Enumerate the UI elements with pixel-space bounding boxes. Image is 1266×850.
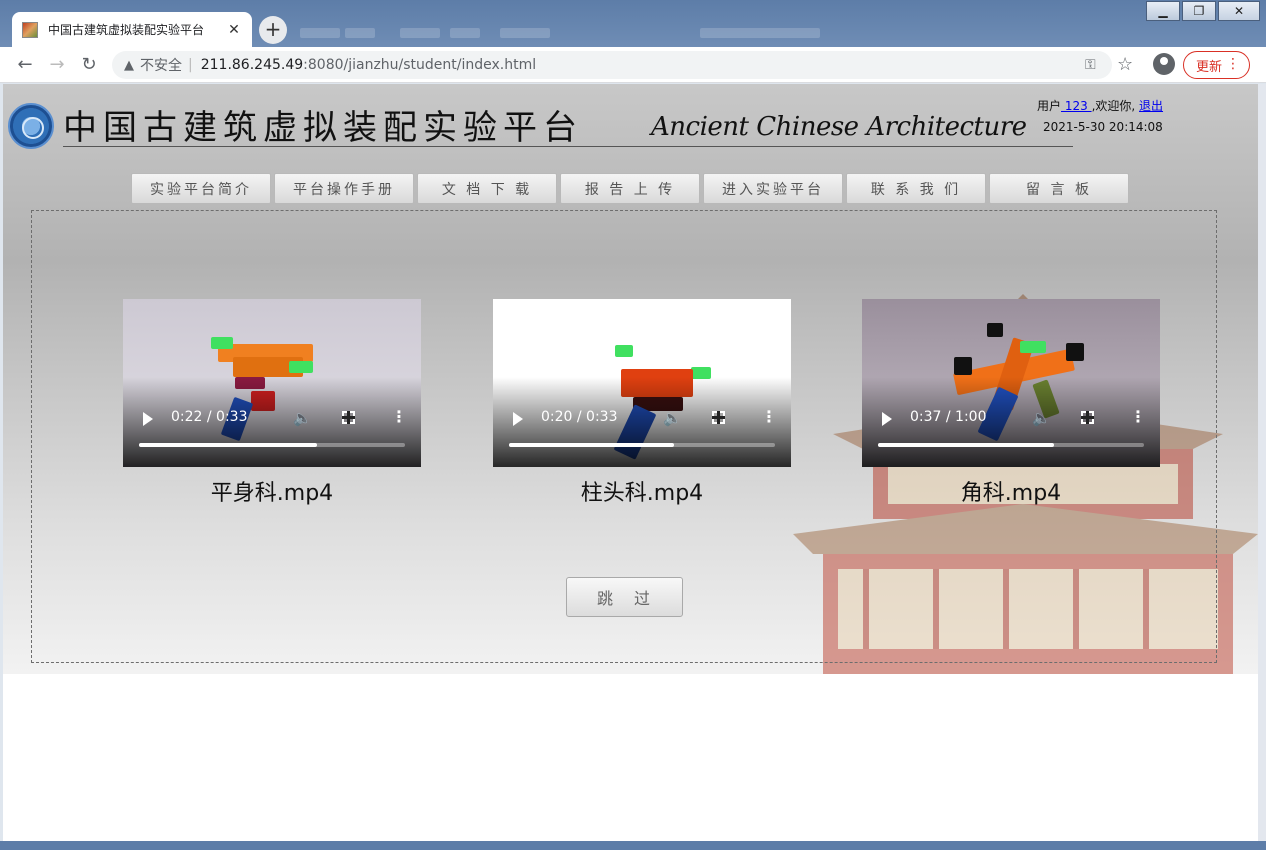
update-button[interactable]: 更新 ⋮ bbox=[1183, 51, 1250, 79]
video-player[interactable]: 0:37 / 1:00 🔈 ⋮ bbox=[862, 299, 1160, 467]
play-icon[interactable] bbox=[882, 412, 892, 426]
video-card: 0:22 / 0:33 🔈 ⋮ 平身科.mp4 bbox=[123, 299, 421, 507]
video-time: 0:22 / 0:33 bbox=[171, 409, 248, 425]
video-progress-fill bbox=[509, 443, 674, 447]
browser-tab[interactable]: 中国古建筑虚拟装配实验平台 ✕ bbox=[12, 12, 252, 47]
warning-triangle-icon[interactable]: ▲ bbox=[124, 58, 134, 73]
video-controls: 0:37 / 1:00 🔈 ⋮ bbox=[862, 407, 1160, 431]
back-arrow-icon[interactable]: ← bbox=[14, 54, 36, 76]
tab-title: 中国古建筑虚拟装配实验平台 bbox=[48, 23, 205, 37]
title-divider bbox=[63, 146, 1073, 147]
page-banner-background: 中国古建筑虚拟装配实验平台 Ancient Chinese Architectu… bbox=[3, 84, 1258, 674]
window-bottom-edge bbox=[0, 841, 1266, 850]
video-time: 0:37 / 1:00 bbox=[910, 409, 987, 425]
nav-enter-lab[interactable]: 进入实验平台 bbox=[703, 173, 843, 204]
window-right-edge bbox=[1258, 84, 1266, 841]
video-frame-part bbox=[211, 337, 233, 349]
skip-button[interactable]: 跳 过 bbox=[566, 577, 683, 617]
video-progress-bar[interactable] bbox=[139, 443, 405, 447]
nav-contact-us[interactable]: 联 系 我 们 bbox=[846, 173, 986, 204]
more-vert-icon[interactable]: ⋮ bbox=[761, 407, 777, 426]
video-controls: 0:22 / 0:33 🔈 ⋮ bbox=[123, 407, 421, 431]
window-titlebar: 中国古建筑虚拟装配实验平台 ✕ + ▁ ❐ ✕ bbox=[0, 0, 1266, 47]
nav-user-manual[interactable]: 平台操作手册 bbox=[274, 173, 414, 204]
video-frame-part bbox=[954, 357, 972, 375]
current-datetime: 2021-5-30 20:14:08 bbox=[1043, 120, 1163, 134]
logout-link[interactable]: 退出 bbox=[1139, 99, 1163, 113]
site-favicon-icon bbox=[22, 21, 38, 38]
video-progress-fill bbox=[139, 443, 318, 447]
video-progress-bar[interactable] bbox=[878, 443, 1144, 447]
background-ghost bbox=[700, 28, 820, 38]
video-frame-part bbox=[289, 361, 313, 373]
tab-close-icon[interactable]: ✕ bbox=[226, 22, 242, 38]
fullscreen-icon[interactable] bbox=[342, 411, 355, 424]
new-tab-button[interactable]: + bbox=[259, 16, 287, 44]
video-frame-part bbox=[1020, 341, 1046, 353]
username-link[interactable]: 123 bbox=[1061, 99, 1092, 113]
nav-message-board[interactable]: 留 言 板 bbox=[989, 173, 1129, 204]
video-filename[interactable]: 柱头科.mp4 bbox=[493, 475, 791, 507]
forward-arrow-icon[interactable]: → bbox=[46, 54, 68, 76]
video-controls: 0:20 / 0:33 🔈 ⋮ bbox=[493, 407, 791, 431]
url-host[interactable]: 211.86.245.49 bbox=[201, 57, 303, 73]
welcome-text: ,欢迎你, bbox=[1091, 99, 1140, 113]
site-title: 中国古建筑虚拟装配实验平台 bbox=[63, 108, 583, 148]
address-bar[interactable]: ▲ 不安全 | 211.86.245.49 :8080/jianzhu/stud… bbox=[112, 51, 1112, 79]
minimize-button[interactable]: ▁ bbox=[1146, 1, 1180, 21]
background-ghost bbox=[450, 28, 480, 38]
volume-icon[interactable]: 🔈 bbox=[1032, 409, 1051, 427]
browser-menu-icon[interactable]: ⋮ bbox=[1226, 56, 1240, 72]
fullscreen-icon[interactable] bbox=[1081, 411, 1094, 424]
video-time: 0:20 / 0:33 bbox=[541, 409, 618, 425]
video-card: 0:20 / 0:33 🔈 ⋮ 柱头科.mp4 bbox=[493, 299, 791, 507]
maximize-button[interactable]: ❐ bbox=[1182, 1, 1216, 21]
reload-icon[interactable]: ↻ bbox=[78, 54, 100, 76]
profile-avatar-icon[interactable] bbox=[1153, 53, 1175, 75]
video-card: 0:37 / 1:00 🔈 ⋮ 角科.mp4 bbox=[862, 299, 1160, 507]
site-subtitle: Ancient Chinese Architecture bbox=[651, 112, 1027, 142]
video-filename[interactable]: 平身科.mp4 bbox=[123, 475, 421, 507]
video-player[interactable]: 0:22 / 0:33 🔈 ⋮ bbox=[123, 299, 421, 467]
video-frame-part bbox=[1066, 343, 1084, 361]
video-frame-part bbox=[987, 323, 1003, 337]
background-ghost bbox=[400, 28, 440, 38]
update-label: 更新 bbox=[1196, 59, 1223, 75]
volume-icon[interactable]: 🔈 bbox=[293, 409, 312, 427]
nav-document-download[interactable]: 文 档 下 载 bbox=[417, 173, 557, 204]
browser-toolbar: ← → ↻ ▲ 不安全 | 211.86.245.49 :8080/jianzh… bbox=[0, 47, 1266, 83]
background-ghost bbox=[500, 28, 550, 38]
video-filename[interactable]: 角科.mp4 bbox=[862, 475, 1160, 507]
play-icon[interactable] bbox=[143, 412, 153, 426]
window-controls: ▁ ❐ ✕ bbox=[1146, 1, 1260, 21]
nav-platform-intro[interactable]: 实验平台简介 bbox=[131, 173, 271, 204]
user-prefix: 用户 bbox=[1037, 99, 1062, 113]
password-key-icon[interactable]: ⚿ bbox=[1085, 57, 1096, 73]
bookmark-star-icon[interactable]: ☆ bbox=[1117, 54, 1133, 75]
main-nav: 实验平台简介 平台操作手册 文 档 下 载 报 告 上 传 进入实验平台 联 系… bbox=[131, 173, 1132, 204]
close-window-button[interactable]: ✕ bbox=[1218, 1, 1260, 21]
background-ghost bbox=[345, 28, 375, 38]
site-logo bbox=[8, 103, 54, 149]
video-frame-part bbox=[615, 345, 633, 357]
video-progress-fill bbox=[878, 443, 1054, 447]
more-vert-icon[interactable]: ⋮ bbox=[1130, 407, 1146, 426]
video-progress-bar[interactable] bbox=[509, 443, 775, 447]
user-info: 用户 123 ,欢迎你, 退出 bbox=[1037, 97, 1163, 114]
nav-report-upload[interactable]: 报 告 上 传 bbox=[560, 173, 700, 204]
volume-icon[interactable]: 🔈 bbox=[663, 409, 682, 427]
play-icon[interactable] bbox=[513, 412, 523, 426]
fullscreen-icon[interactable] bbox=[712, 411, 725, 424]
video-player[interactable]: 0:20 / 0:33 🔈 ⋮ bbox=[493, 299, 791, 467]
page-viewport: 中国古建筑虚拟装配实验平台 Ancient Chinese Architectu… bbox=[3, 84, 1258, 841]
security-label[interactable]: 不安全 bbox=[140, 55, 182, 75]
omnibox-separator: | bbox=[188, 57, 193, 73]
background-ghost bbox=[300, 28, 340, 38]
url-path[interactable]: :8080/jianzhu/student/index.html bbox=[303, 57, 536, 73]
more-vert-icon[interactable]: ⋮ bbox=[391, 407, 407, 426]
